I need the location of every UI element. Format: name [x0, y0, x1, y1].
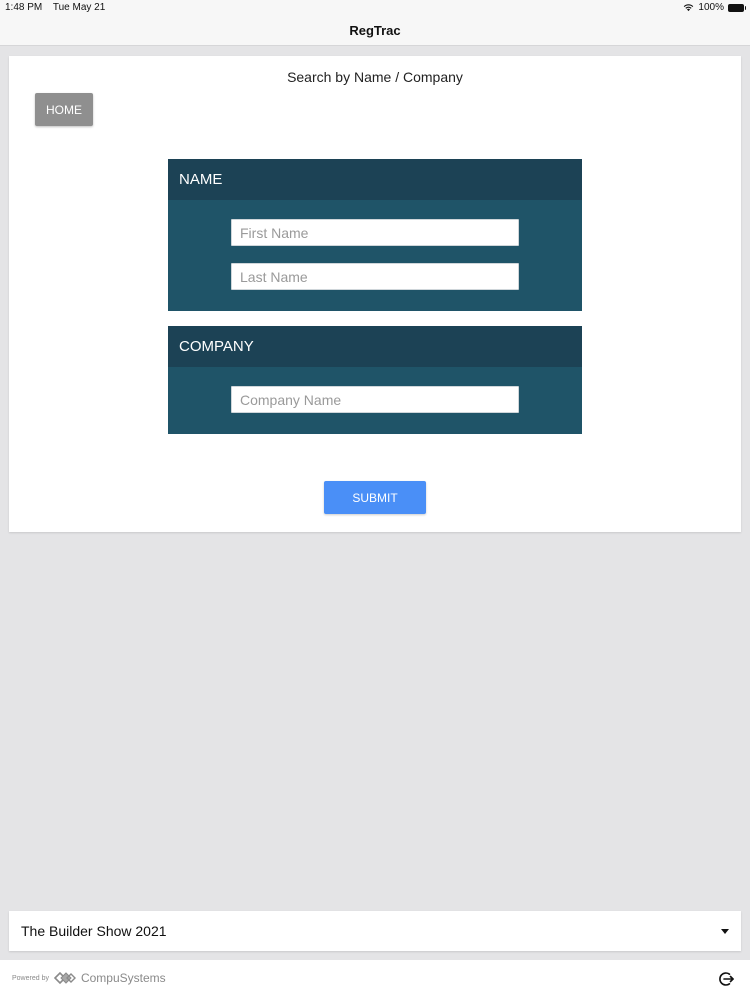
logout-icon[interactable] — [718, 971, 734, 987]
page-title: Search by Name / Company — [287, 69, 463, 85]
company-panel: COMPANY — [168, 326, 582, 434]
company-panel-header: COMPANY — [168, 326, 582, 367]
status-left: 1:48 PM Tue May 21 — [5, 2, 113, 13]
compusystems-logo-icon — [53, 971, 76, 985]
search-card: Search by Name / Company HOME NAME COMPA… — [9, 56, 741, 532]
company-name-input[interactable] — [231, 386, 519, 413]
last-name-input[interactable] — [231, 263, 519, 290]
name-panel: NAME — [168, 159, 582, 311]
caret-down-icon — [721, 929, 729, 934]
home-button[interactable]: HOME — [35, 93, 93, 126]
name-panel-header: NAME — [168, 159, 582, 200]
footer: Powered by CompuSystems — [0, 960, 750, 1000]
status-right: 100% — [683, 2, 746, 13]
app-title: RegTrac — [349, 23, 401, 38]
event-selector[interactable]: The Builder Show 2021 — [9, 911, 741, 951]
status-bar: 1:48 PM Tue May 21 100% — [0, 0, 750, 16]
wifi-icon — [684, 4, 694, 12]
powered-by-label: Powered by — [12, 974, 49, 982]
nav-bar: RegTrac — [0, 16, 750, 46]
powered-by: Powered by CompuSystems — [12, 971, 166, 985]
status-date: Tue May 21 — [52, 2, 106, 13]
event-selected-label: The Builder Show 2021 — [21, 923, 167, 939]
brand-name: CompuSystems — [80, 971, 166, 985]
battery-percent: 100% — [698, 2, 724, 13]
status-time: 1:48 PM — [5, 2, 43, 13]
submit-button[interactable]: SUBMIT — [324, 481, 426, 514]
first-name-input[interactable] — [231, 219, 519, 246]
battery-icon — [728, 3, 746, 12]
